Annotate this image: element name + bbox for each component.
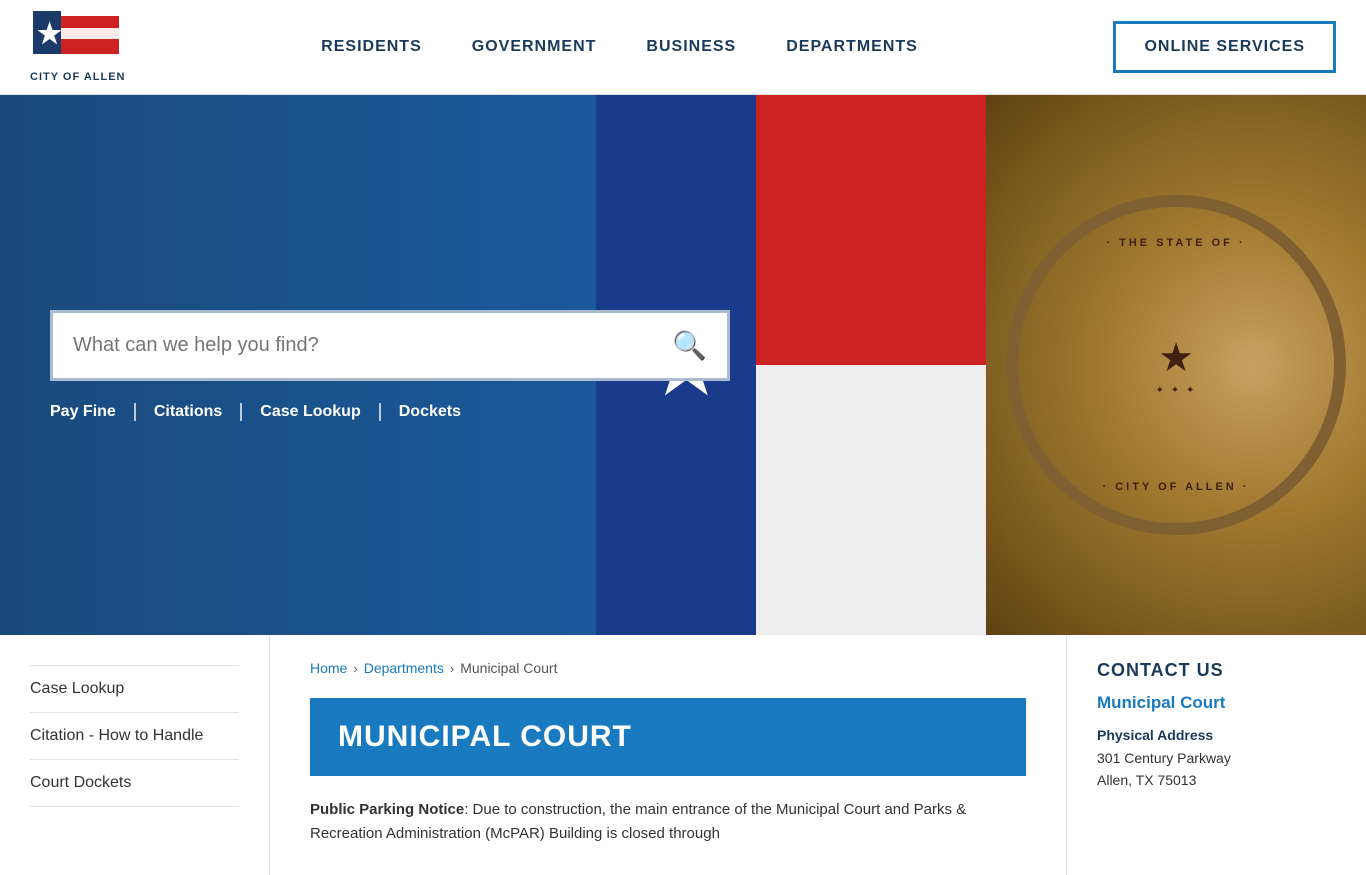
sidebar-item-case-lookup[interactable]: Case Lookup <box>30 665 239 713</box>
breadcrumb: Home › Departments › Municipal Court <box>310 660 1026 676</box>
content-area: Home › Departments › Municipal Court MUN… <box>270 635 1066 875</box>
contact-title: CONTACT US <box>1097 660 1336 681</box>
seal-text-top: · THE STATE OF · <box>1106 237 1245 249</box>
breadcrumb-current: Municipal Court <box>460 660 557 676</box>
contact-address-line2: Allen, TX 75013 <box>1097 769 1336 791</box>
quick-link-citations[interactable]: Citations <box>154 403 242 421</box>
contact-address-line1: 301 Century Parkway <box>1097 747 1336 769</box>
contact-address-label: Physical Address <box>1097 727 1336 743</box>
nav-departments[interactable]: DEPARTMENTS <box>786 38 918 56</box>
main-nav: RESIDENTS GOVERNMENT BUSINESS DEPARTMENT… <box>126 38 1114 56</box>
contact-sidebar: CONTACT US Municipal Court Physical Addr… <box>1066 635 1366 875</box>
breadcrumb-sep1: › <box>353 661 357 676</box>
sidebar-item-court-dockets[interactable]: Court Dockets <box>30 760 239 807</box>
seal-center: ★ ✦ ✦ ✦ <box>1156 335 1197 396</box>
quick-link-pay-fine[interactable]: Pay Fine <box>50 403 136 421</box>
search-input[interactable] <box>73 334 672 357</box>
nav-government[interactable]: GOVERNMENT <box>472 38 597 56</box>
main-content: Case Lookup Citation - How to Handle Cou… <box>0 635 1366 875</box>
flag-white-stripe <box>756 365 1016 635</box>
state-seal-circle: · THE STATE OF · ★ ✦ ✦ ✦ · CITY OF ALLEN… <box>1006 195 1346 535</box>
svg-text:★: ★ <box>37 18 62 49</box>
breadcrumb-sep2: › <box>450 661 454 676</box>
logo-icon: ★ <box>33 11 123 69</box>
logo-text: CITY OF ALLEN <box>30 71 126 83</box>
seal-text-bottom: · CITY OF ALLEN · <box>1103 481 1250 493</box>
quick-link-dockets[interactable]: Dockets <box>399 403 479 421</box>
header: ★ CITY OF ALLEN RESIDENTS GOVERNMENT BUS… <box>0 0 1366 95</box>
content-paragraph: Public Parking Notice: Due to constructi… <box>310 798 1026 846</box>
logo[interactable]: ★ CITY OF ALLEN <box>30 11 126 83</box>
flag-red-stripe <box>756 95 1016 365</box>
page-title-bar: MUNICIPAL COURT <box>310 698 1026 776</box>
page-title: MUNICIPAL COURT <box>338 720 998 754</box>
breadcrumb-departments[interactable]: Departments <box>364 660 444 676</box>
contact-dept-name: Municipal Court <box>1097 693 1336 713</box>
online-services-button[interactable]: ONLINE SERVICES <box>1113 21 1336 73</box>
quick-links: Pay Fine Citations Case Lookup Dockets <box>50 403 750 421</box>
hero-section: ★ · THE STATE OF · ★ ✦ ✦ ✦ · CITY OF ALL… <box>0 95 1366 635</box>
sidebar-item-citation-handle[interactable]: Citation - How to Handle <box>30 713 239 760</box>
search-container: 🔍 Pay Fine Citations Case Lookup Dockets <box>50 310 750 421</box>
search-box: 🔍 <box>50 310 730 381</box>
breadcrumb-home[interactable]: Home <box>310 660 347 676</box>
seal-star-icon: ★ <box>1156 335 1197 381</box>
search-icon[interactable]: 🔍 <box>672 329 707 362</box>
nav-business[interactable]: BUSINESS <box>646 38 736 56</box>
content-bold: Public Parking Notice <box>310 801 464 818</box>
quick-link-case-lookup[interactable]: Case Lookup <box>260 403 380 421</box>
sidebar: Case Lookup Citation - How to Handle Cou… <box>0 635 270 875</box>
state-seal-background: · THE STATE OF · ★ ✦ ✦ ✦ · CITY OF ALLEN… <box>986 95 1366 635</box>
seal-inner-text: ✦ ✦ ✦ <box>1156 385 1197 396</box>
nav-residents[interactable]: RESIDENTS <box>321 38 422 56</box>
